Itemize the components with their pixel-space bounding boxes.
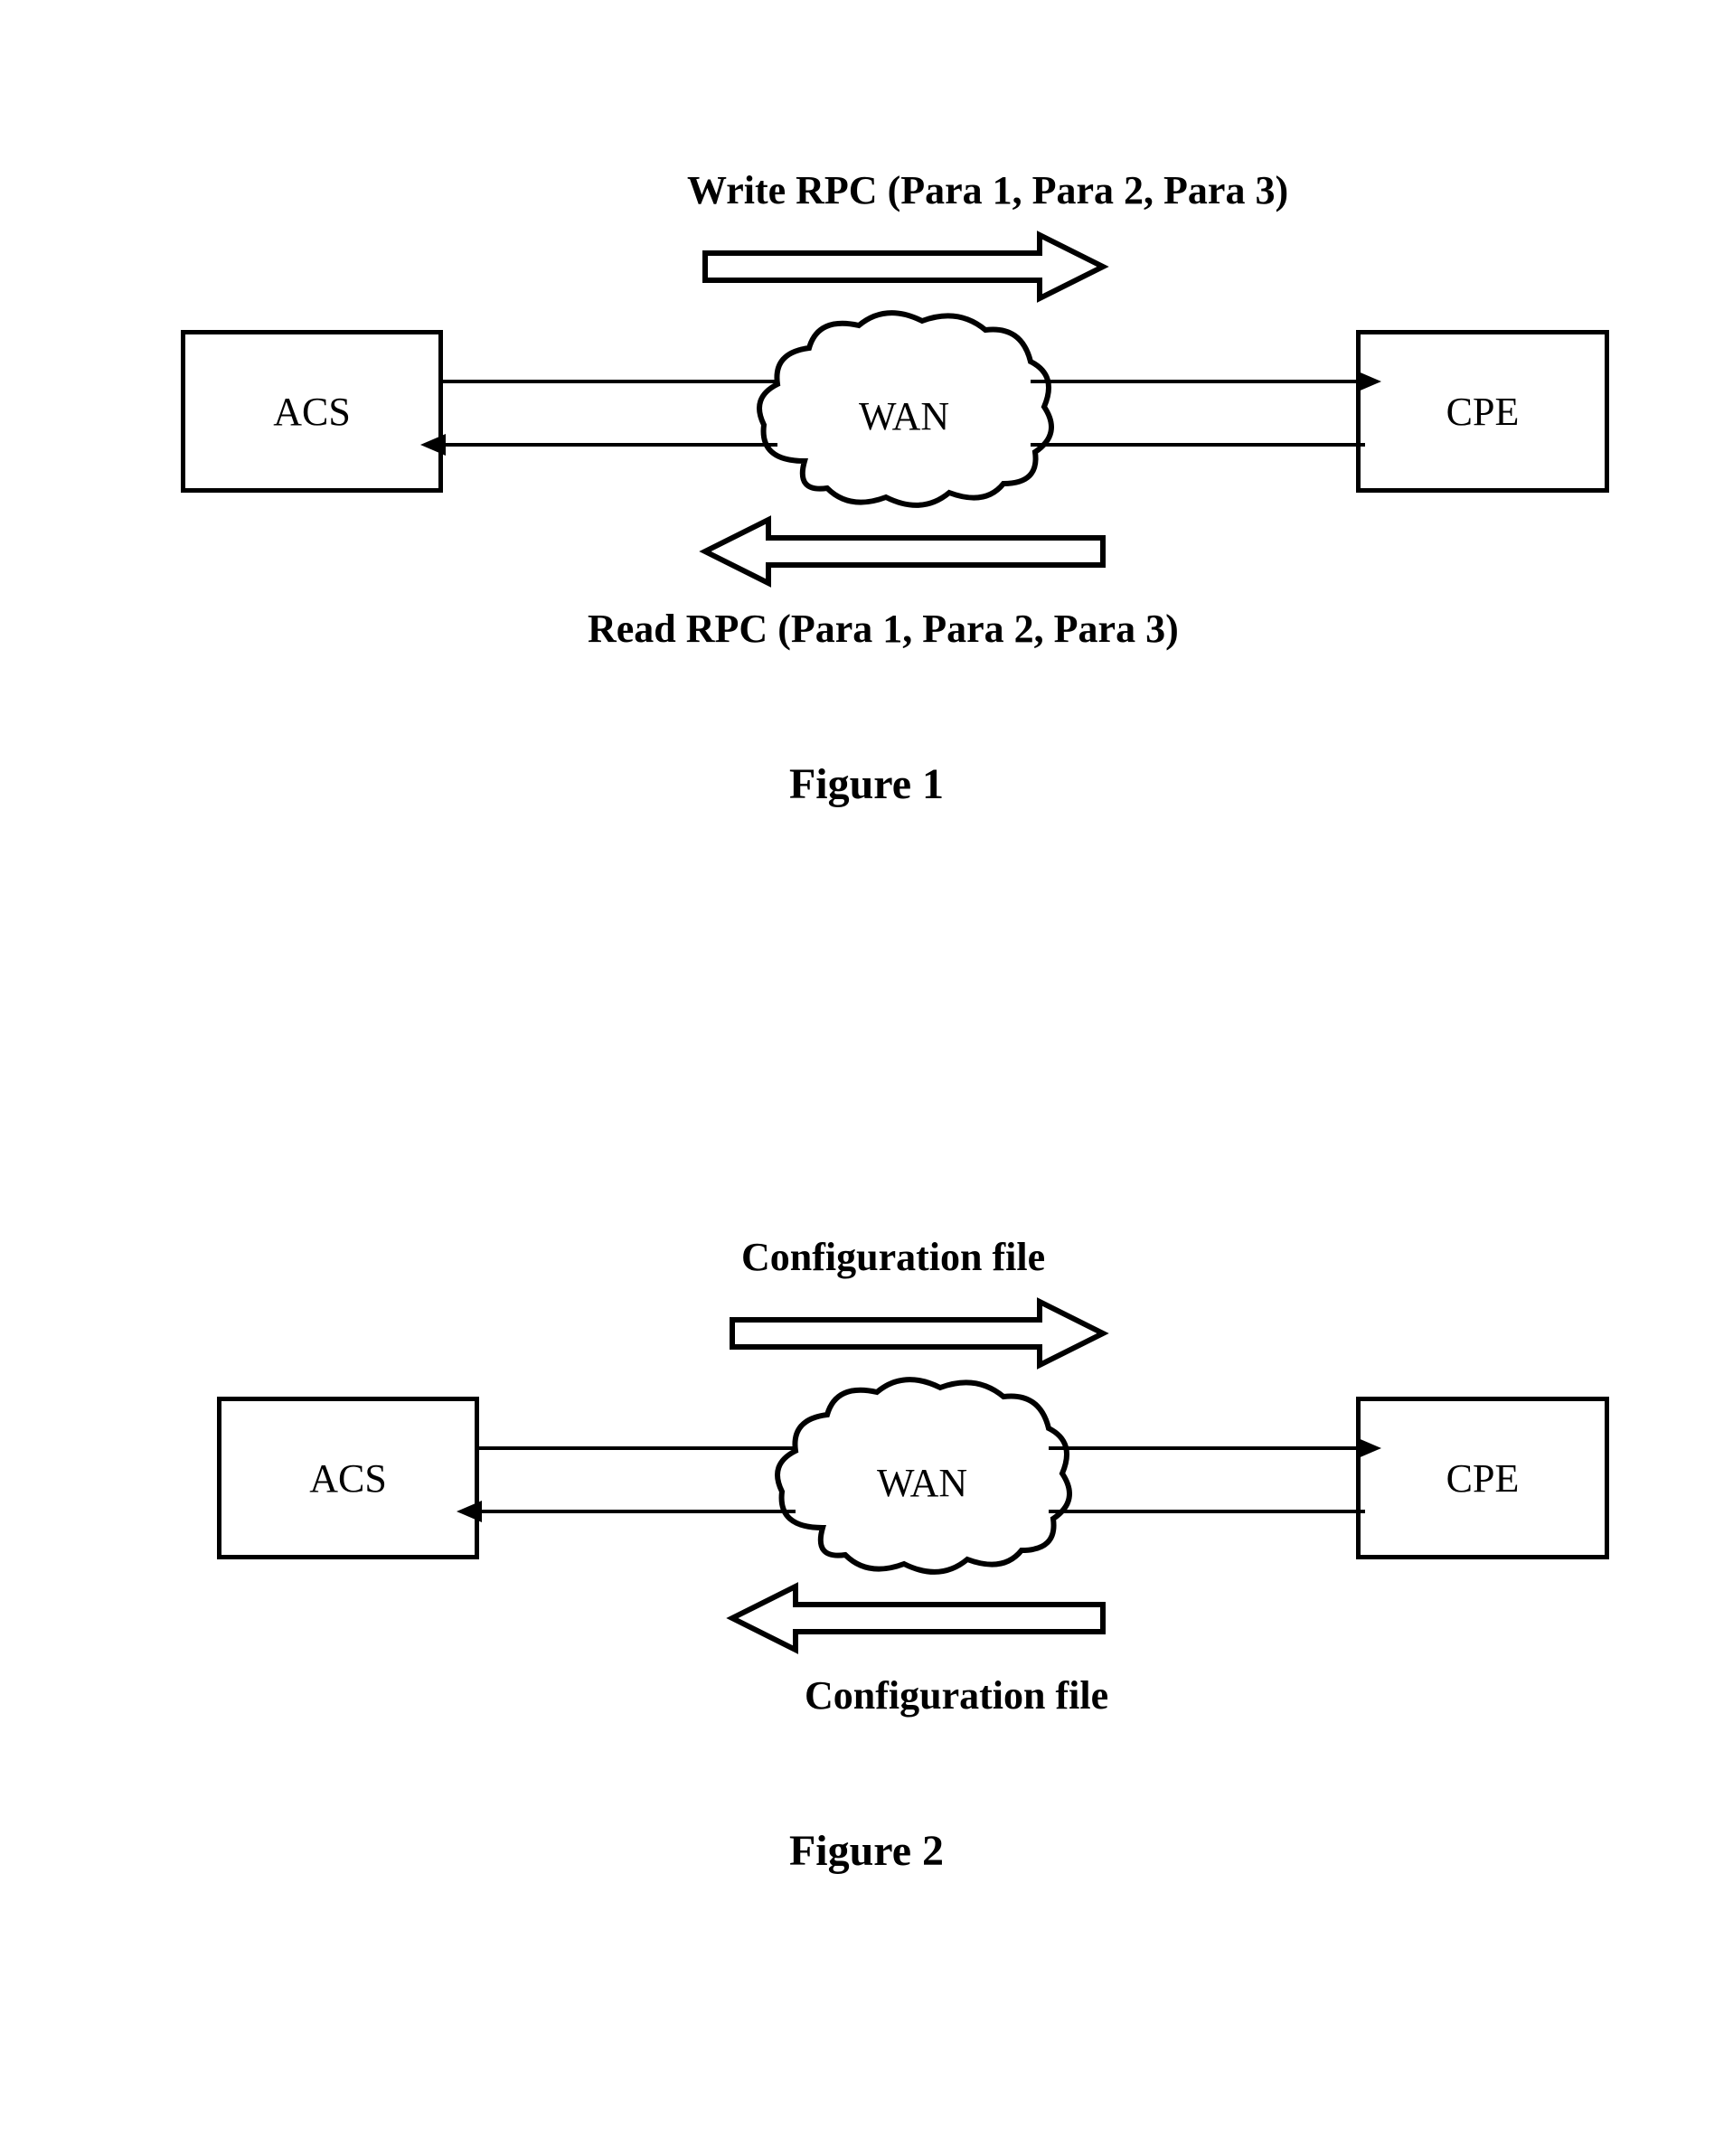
block-arrow-right bbox=[696, 231, 1112, 303]
connector-line bbox=[479, 1446, 796, 1450]
block-arrow-right bbox=[723, 1297, 1112, 1370]
connector-line bbox=[1031, 443, 1365, 447]
wan-label: WAN bbox=[877, 1460, 967, 1506]
read-rpc-label: Read RPC (Para 1, Para 2, Para 3) bbox=[588, 606, 1179, 652]
cpe-label: CPE bbox=[1446, 389, 1520, 435]
arrowhead-icon bbox=[1356, 1437, 1381, 1459]
arrowhead-icon bbox=[1356, 371, 1381, 392]
block-arrow-left bbox=[723, 1582, 1112, 1654]
connector-line bbox=[443, 443, 777, 447]
connector-line bbox=[1049, 1446, 1365, 1450]
write-rpc-label: Write RPC (Para 1, Para 2, Para 3) bbox=[687, 167, 1288, 213]
cpe-box: CPE bbox=[1356, 330, 1609, 493]
arrowhead-icon bbox=[457, 1501, 482, 1522]
block-arrow-left bbox=[696, 515, 1112, 588]
acs-box: ACS bbox=[217, 1397, 479, 1559]
connector-line bbox=[1049, 1510, 1365, 1513]
wan-cloud: WAN bbox=[768, 1365, 1076, 1591]
figure-2-caption: Figure 2 bbox=[0, 1826, 1733, 1876]
acs-label: ACS bbox=[309, 1455, 387, 1502]
wan-cloud: WAN bbox=[750, 298, 1058, 524]
arrowhead-icon bbox=[420, 434, 446, 456]
config-file-bottom-label: Configuration file bbox=[805, 1672, 1108, 1718]
cpe-label: CPE bbox=[1446, 1455, 1520, 1502]
wan-label: WAN bbox=[859, 393, 949, 439]
acs-label: ACS bbox=[273, 389, 351, 435]
connector-line bbox=[443, 380, 777, 383]
cpe-box: CPE bbox=[1356, 1397, 1609, 1559]
connector-line bbox=[479, 1510, 796, 1513]
connector-line bbox=[1031, 380, 1365, 383]
config-file-top-label: Configuration file bbox=[741, 1234, 1045, 1280]
figure-1-caption: Figure 1 bbox=[0, 759, 1733, 809]
acs-box: ACS bbox=[181, 330, 443, 493]
